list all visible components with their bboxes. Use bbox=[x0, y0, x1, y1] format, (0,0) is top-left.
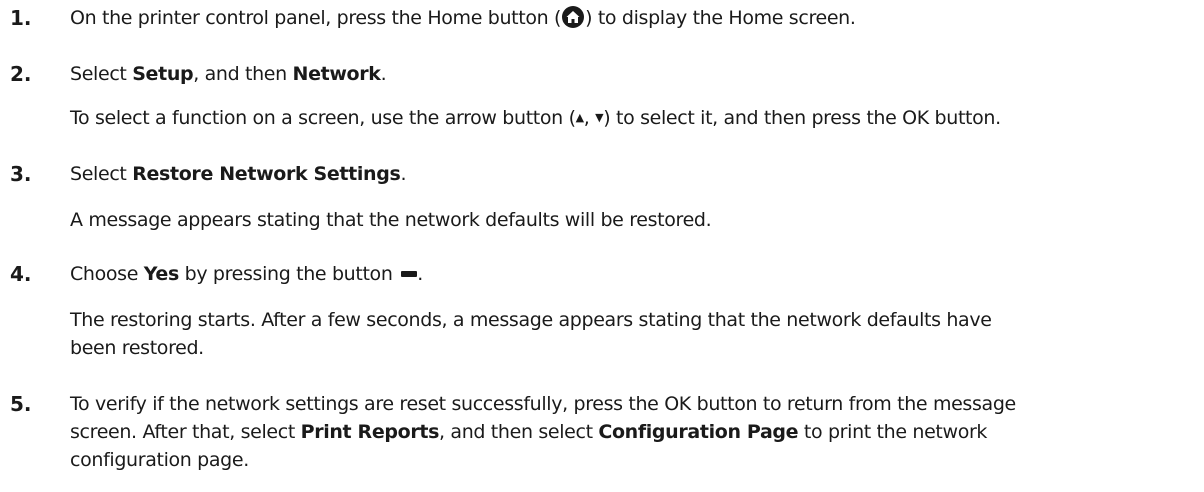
menu-term-setup: Setup bbox=[132, 63, 194, 85]
arrow-down-icon: ▼ bbox=[595, 110, 604, 124]
step-number: 4. bbox=[10, 262, 32, 286]
step-text: Choose Yes by pressing the button . bbox=[70, 260, 1190, 288]
step-note: To select a function on a screen, use th… bbox=[70, 104, 1190, 133]
menu-term-configuration-page: Configuration Page bbox=[598, 421, 799, 443]
dash-button-icon bbox=[401, 270, 418, 277]
step-text-line: To verify if the network settings are re… bbox=[70, 393, 1016, 415]
step-text-part: Select bbox=[70, 63, 133, 85]
step-text-part: ) to display the Home screen. bbox=[585, 7, 856, 29]
step-note: A message appears stating that the netwo… bbox=[70, 209, 712, 231]
step-text-part: . bbox=[417, 263, 423, 285]
step-number: 1. bbox=[10, 6, 32, 30]
step-number: 3. bbox=[10, 162, 32, 186]
step-text: Select Setup, and then Network. bbox=[70, 60, 1190, 88]
step-note-line: been restored. bbox=[70, 337, 204, 359]
step-note-line: The restoring starts. After a few second… bbox=[70, 309, 992, 331]
step-text-line: screen. After that, select Print Reports… bbox=[70, 418, 1190, 446]
menu-term-restore-network-settings: Restore Network Settings bbox=[132, 163, 401, 185]
step-text-part: Choose bbox=[70, 263, 144, 285]
step-text-part: to print the network bbox=[798, 421, 988, 443]
step-text-part: . bbox=[400, 163, 407, 185]
step-text-part: , and then select bbox=[439, 421, 599, 443]
step-text-part: , bbox=[583, 107, 596, 129]
step-text: Select Restore Network Settings. bbox=[70, 160, 1190, 188]
step-number: 2. bbox=[10, 62, 32, 86]
step-text-line: configuration page. bbox=[70, 449, 249, 471]
menu-term-yes: Yes bbox=[143, 263, 180, 285]
menu-term-print-reports: Print Reports bbox=[300, 421, 440, 443]
step-number: 5. bbox=[10, 392, 32, 416]
step-text-part: . bbox=[380, 63, 387, 85]
step-text-part: To select a function on a screen, use th… bbox=[70, 107, 576, 129]
arrow-up-icon: ▲ bbox=[575, 110, 584, 124]
step-text-part: , and then bbox=[193, 63, 293, 85]
step-text-part: On the printer control panel, press the … bbox=[70, 7, 562, 29]
step-text: On the printer control panel, press the … bbox=[70, 4, 1190, 32]
step-text-part: screen. After that, select bbox=[70, 421, 301, 443]
home-icon bbox=[562, 5, 585, 28]
menu-term-network: Network bbox=[292, 63, 381, 85]
step-text-part: by pressing the button bbox=[178, 263, 399, 285]
step-text-part: Select bbox=[70, 163, 133, 185]
step-text-part: ) to select it, and then press the OK bu… bbox=[603, 107, 1001, 129]
